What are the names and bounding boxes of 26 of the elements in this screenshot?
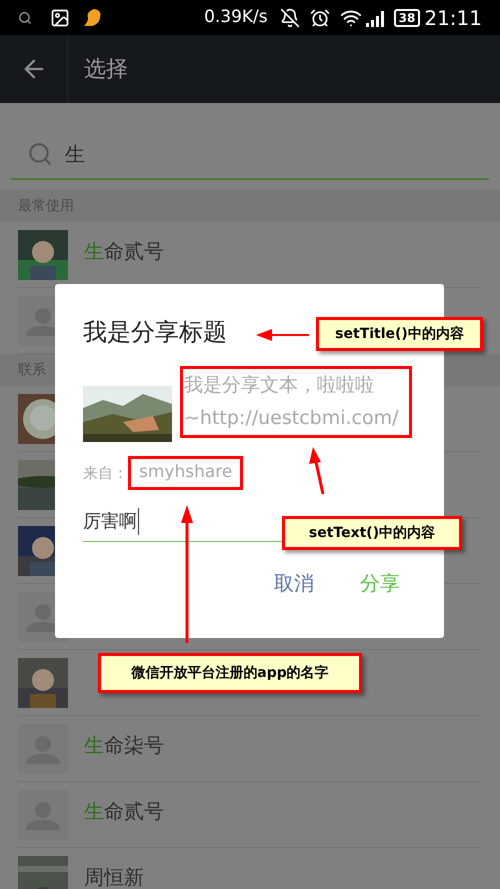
annotation-arrow (256, 329, 309, 341)
battery-icon: 38 (394, 8, 420, 26)
search-icon (18, 10, 32, 24)
share-text: ~http://uestcbmi.com/ (184, 406, 399, 431)
annotation-arrow (309, 447, 324, 494)
page-title: 选择 (84, 56, 128, 84)
dialog-title: 我是分享标题 (83, 317, 227, 348)
comment-text: 厉害啊 (83, 508, 139, 534)
from-label: 来自： (83, 462, 128, 484)
app-name: smyhshare (139, 462, 232, 482)
annotation-tooltip: 微信开放平台注册的app的名字 (98, 653, 362, 693)
image-icon (50, 8, 70, 28)
muted-bell-icon (280, 8, 300, 28)
share-text: 我是分享文本，啦啦啦 (184, 373, 375, 398)
cancel-button[interactable]: 取消 (274, 568, 314, 598)
search-field[interactable]: 生 (65, 139, 265, 169)
clock: 21:11 (424, 4, 482, 32)
contact-name: 生命贰号 (84, 800, 164, 822)
search-icon (27, 141, 53, 167)
contact-name: 生命贰号 (84, 240, 164, 262)
annotation-tooltip: setTitle()中的内容 (316, 317, 483, 351)
contact-name: 周恒新 (84, 866, 144, 888)
annotation-tooltip: setText()中的内容 (282, 516, 462, 550)
alarm-icon (310, 8, 330, 28)
contact-name: 生命柒号 (84, 734, 164, 756)
network-speed: 0.39K/s (204, 6, 268, 29)
